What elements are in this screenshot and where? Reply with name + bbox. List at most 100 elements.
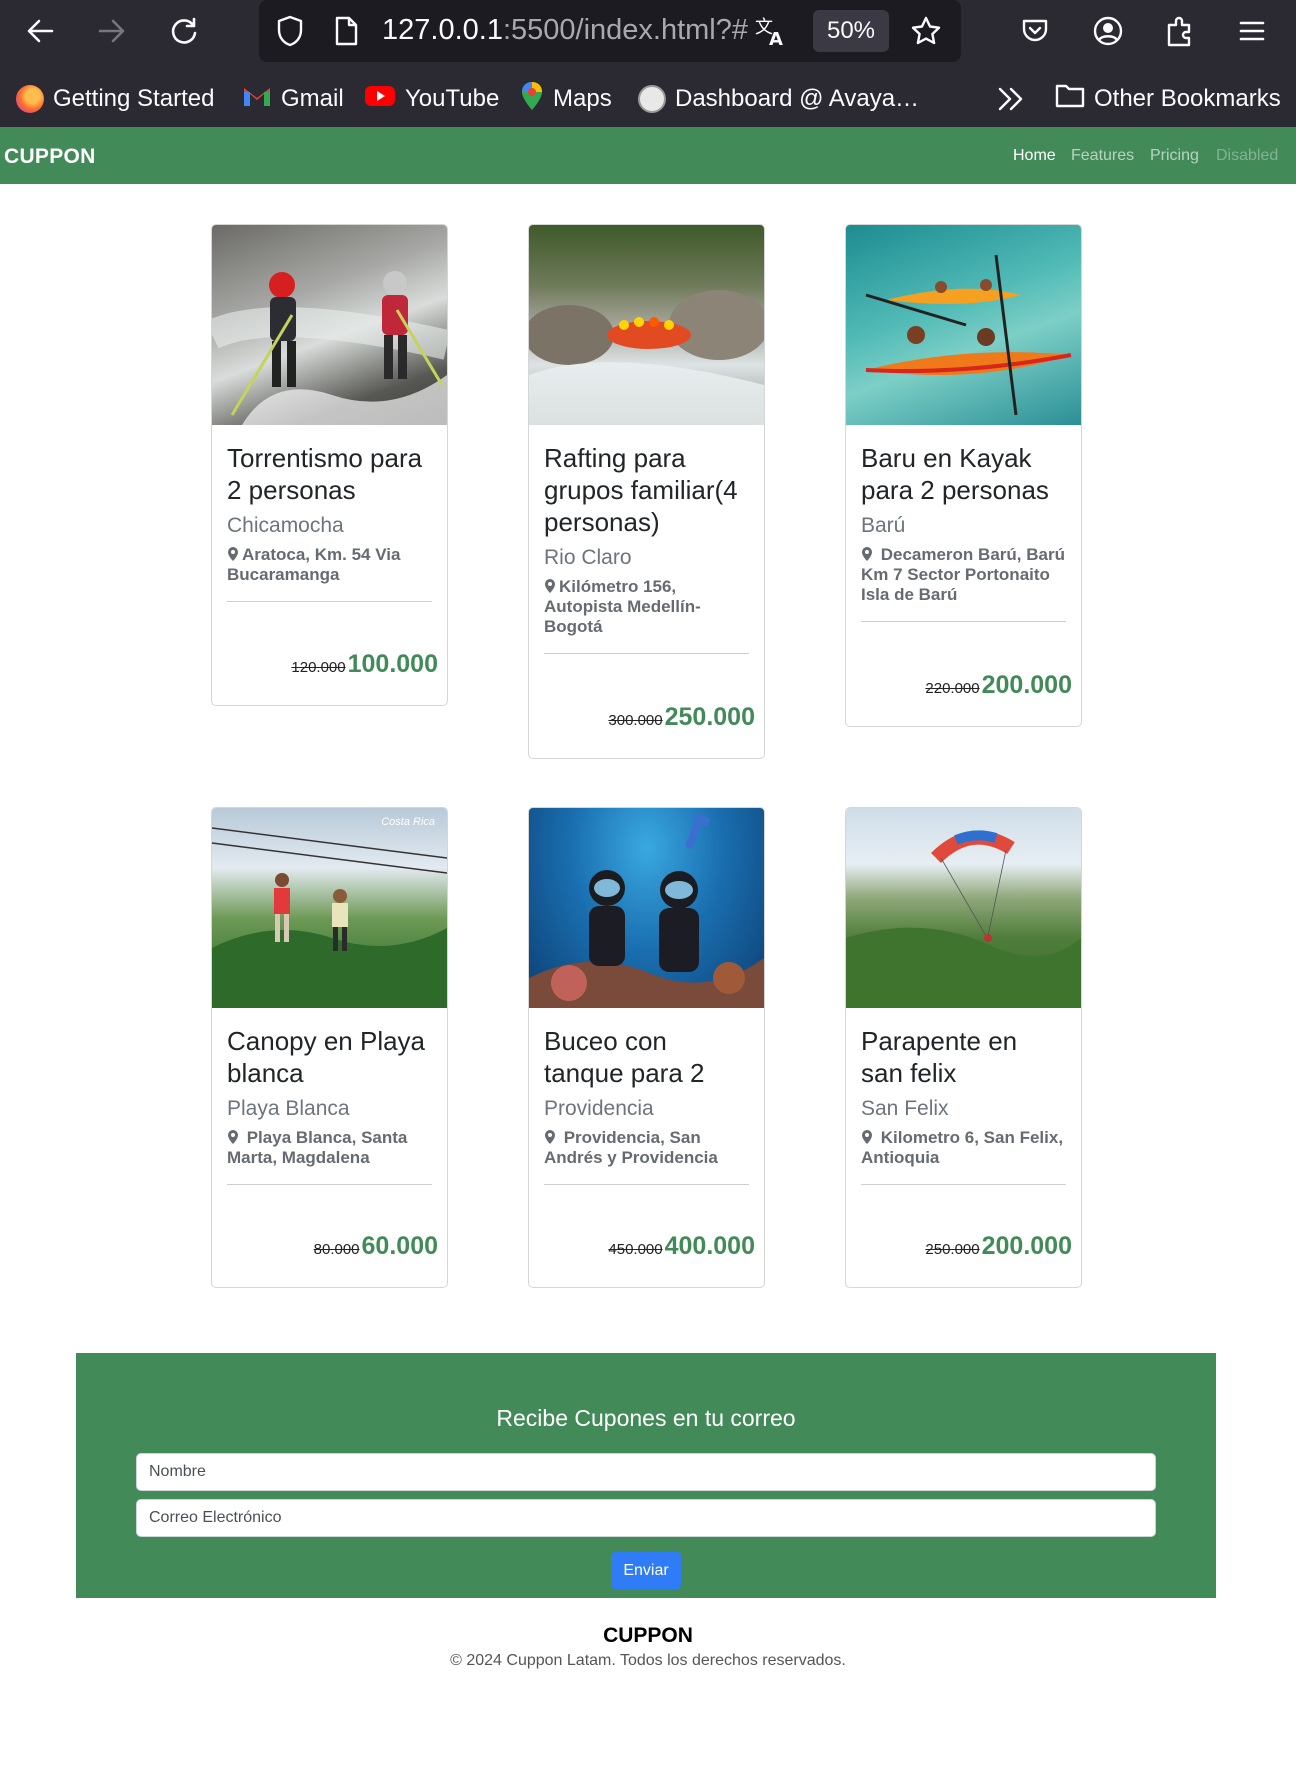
card-title: Buceo con tanque para 2 <box>544 1026 705 1088</box>
old-price: 80.000 <box>313 1241 360 1258</box>
new-price: 200.000 <box>981 671 1072 699</box>
new-price: 200.000 <box>981 1232 1072 1260</box>
old-price: 300.000 <box>608 712 663 729</box>
svg-text:A: A <box>769 29 783 47</box>
bookmark-label: Maps <box>553 85 612 112</box>
shield-icon[interactable] <box>271 12 309 50</box>
card-location: Aratoca, Km. 54 Via Bucaramanga <box>227 545 432 585</box>
coupon-card[interactable]: Rafting para grupos familiar(4 personas)… <box>528 224 765 759</box>
back-arrow-icon[interactable] <box>21 12 59 50</box>
bookmark-youtube[interactable]: YouTube <box>364 80 499 118</box>
avaya-icon <box>638 85 666 113</box>
footer-brand: CUPPON <box>603 1624 693 1647</box>
address-bar[interactable]: 127.0.0.1:5500/index.html?# 文A 50% <box>259 0 961 62</box>
nav-link-home[interactable]: Home <box>1013 147 1056 165</box>
card-location: Playa Blanca, Santa Marta, Magdalena <box>227 1128 432 1168</box>
coupon-card[interactable]: Baru en Kayak para 2 personas Barú Decam… <box>845 224 1082 727</box>
bookmark-gmail[interactable]: Gmail <box>242 80 344 118</box>
old-price: 120.000 <box>291 659 346 676</box>
bookmark-maps[interactable]: Maps <box>520 80 612 118</box>
card-location: Kilometro 6, San Felix, Antioquia <box>861 1128 1066 1168</box>
url-text[interactable]: 127.0.0.1:5500/index.html?# <box>382 14 748 47</box>
pocket-icon[interactable] <box>1016 12 1054 50</box>
card-price: 300.000250.000 <box>608 703 755 732</box>
card-divider <box>544 653 749 654</box>
hamburger-menu-icon[interactable] <box>1233 12 1271 50</box>
folder-icon <box>1055 83 1085 116</box>
map-marker-icon <box>861 1129 873 1144</box>
site-navbar: CUPPON Home Features Pricing Disabled <box>0 127 1296 184</box>
translate-icon[interactable]: 文A <box>752 12 790 50</box>
card-divider <box>227 1184 432 1185</box>
map-marker-icon <box>861 546 873 561</box>
old-price: 450.000 <box>608 1241 663 1258</box>
youtube-icon <box>364 84 396 115</box>
card-location-text: Aratoca, Km. 54 Via Bucaramanga <box>227 545 401 584</box>
card-location-text: Playa Blanca, Santa Marta, Magdalena <box>227 1128 408 1167</box>
page-icon <box>327 12 365 50</box>
card-location-text: Kilometro 6, San Felix, Antioquia <box>861 1128 1064 1167</box>
card-price: 80.00060.000 <box>314 1232 438 1261</box>
card-price: 250.000200.000 <box>925 1232 1072 1261</box>
card-subtitle: San Felix <box>861 1097 949 1120</box>
scuba-diving-photo <box>529 808 764 1008</box>
coupon-card[interactable]: Costa Rica Canopy en Playa blanca Playa … <box>211 807 448 1288</box>
map-marker-icon <box>227 1129 239 1144</box>
other-bookmarks[interactable]: Other Bookmarks <box>1055 80 1281 118</box>
submit-button[interactable]: Enviar <box>611 1552 681 1589</box>
coupon-card[interactable]: Torrentismo para 2 personas Chicamocha A… <box>211 224 448 706</box>
bookmark-label: Dashboard @ Avaya… <box>675 85 920 112</box>
coupon-card[interactable]: Buceo con tanque para 2 Providencia Prov… <box>528 807 765 1288</box>
zoom-level-button[interactable]: 50% <box>813 10 889 52</box>
maps-icon <box>520 81 544 118</box>
zipline-photo: Costa Rica <box>212 808 447 1008</box>
waterfall-rappelling-photo <box>212 225 447 425</box>
card-location: Decameron Barú, Barú Km 7 Sector Portona… <box>861 545 1066 605</box>
gmail-icon <box>242 84 272 115</box>
card-subtitle: Barú <box>861 514 906 537</box>
new-price: 250.000 <box>664 703 755 731</box>
card-price: 220.000200.000 <box>925 671 1072 700</box>
url-path: :5500/index.html?# <box>502 14 749 46</box>
other-bookmarks-label: Other Bookmarks <box>1094 85 1281 112</box>
kayak-photo <box>846 225 1081 425</box>
old-price: 250.000 <box>925 1241 980 1258</box>
card-divider <box>861 1184 1066 1185</box>
image-caption: Costa Rica <box>381 816 435 828</box>
bookmarks-overflow-chevron-icon[interactable] <box>996 80 1026 118</box>
card-title: Baru en Kayak para 2 personas <box>861 443 1049 505</box>
paragliding-photo <box>846 808 1081 1008</box>
new-price: 60.000 <box>361 1232 438 1260</box>
new-price: 400.000 <box>664 1232 755 1260</box>
nav-link-features[interactable]: Features <box>1071 147 1134 165</box>
card-title: Parapente en san felix <box>861 1026 1018 1088</box>
river-rafting-photo <box>529 225 764 425</box>
reload-icon[interactable] <box>165 12 203 50</box>
card-location: Providencia, San Andrés y Providencia <box>544 1128 749 1168</box>
coupon-card[interactable]: Parapente en san felix San Felix Kilomet… <box>845 807 1082 1288</box>
card-divider <box>544 1184 749 1185</box>
card-subtitle: Rio Claro <box>544 546 632 569</box>
account-icon[interactable] <box>1089 12 1127 50</box>
card-subtitle: Playa Blanca <box>227 1097 350 1120</box>
nav-link-pricing[interactable]: Pricing <box>1150 147 1199 165</box>
map-marker-icon <box>227 546 239 561</box>
bookmark-label: Getting Started <box>53 85 215 112</box>
bookmarks-toolbar: Getting Started Gmail YouTube Maps Dashb… <box>0 74 1296 124</box>
map-marker-icon <box>544 1129 556 1144</box>
url-host: 127.0.0.1 <box>382 14 503 46</box>
bookmark-getting-started[interactable]: Getting Started <box>16 80 214 118</box>
card-subtitle: Providencia <box>544 1097 654 1120</box>
extensions-icon[interactable] <box>1161 12 1199 50</box>
name-input[interactable] <box>136 1453 1156 1491</box>
card-divider <box>861 621 1066 622</box>
bookmark-star-icon[interactable] <box>907 12 945 50</box>
email-input[interactable] <box>136 1499 1156 1537</box>
map-marker-icon <box>544 578 556 593</box>
card-price: 450.000400.000 <box>608 1232 755 1261</box>
card-title: Rafting para grupos familiar(4 personas) <box>544 443 738 537</box>
navbar-brand[interactable]: CUPPON <box>4 145 96 169</box>
bookmark-dashboard[interactable]: Dashboard @ Avaya… <box>638 80 919 118</box>
new-price: 100.000 <box>347 650 438 678</box>
forward-arrow-icon[interactable] <box>93 12 131 50</box>
